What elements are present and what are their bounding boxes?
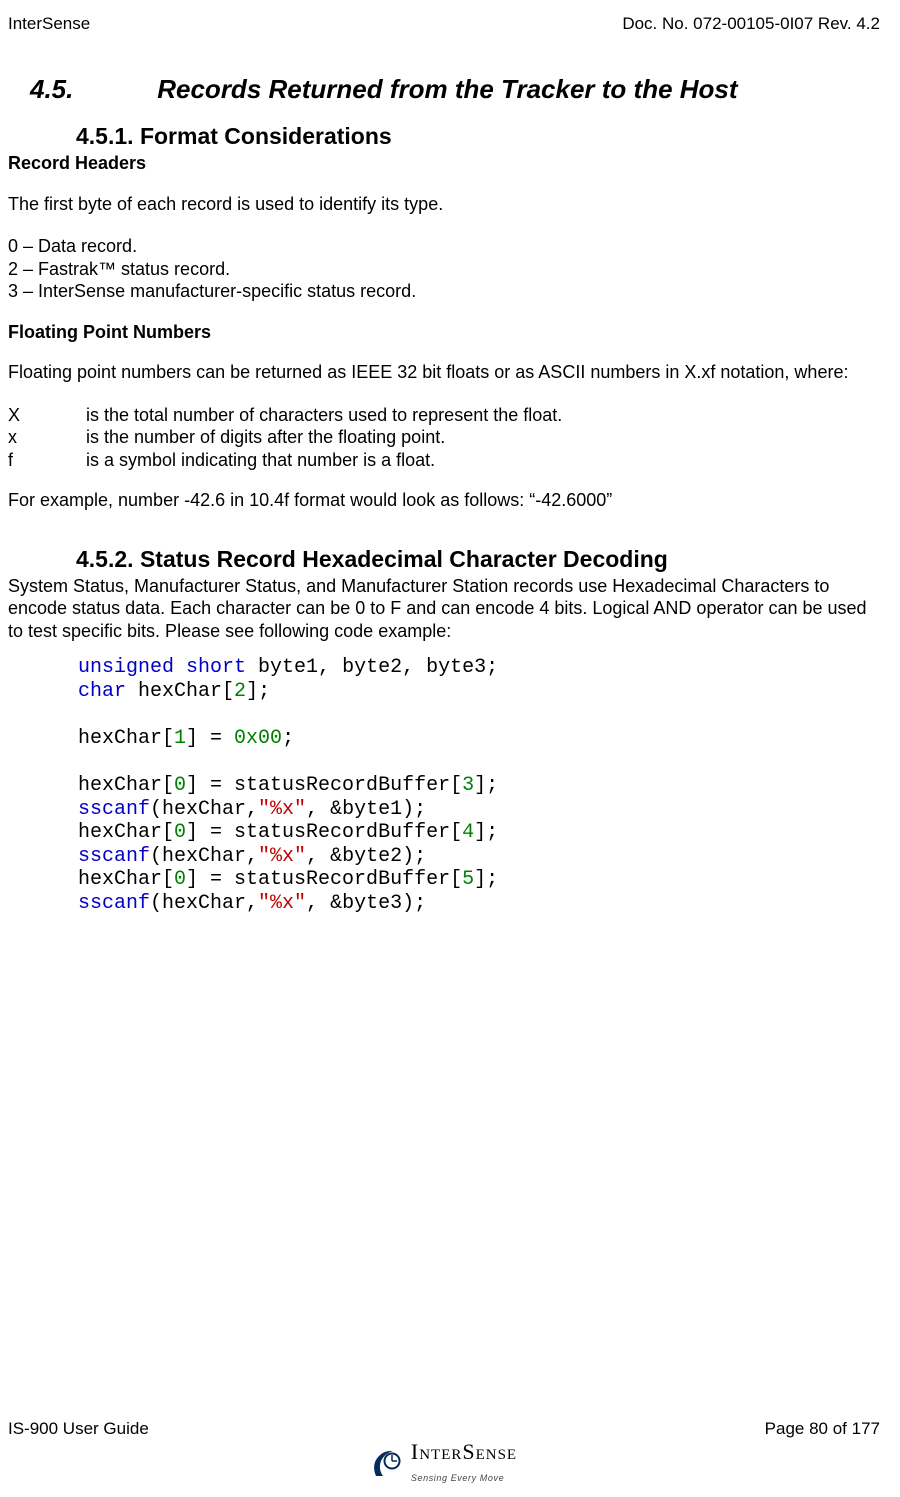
subsection-title: Format Considerations (140, 123, 392, 149)
intersense-logo-icon (371, 1448, 405, 1478)
definition-key: f (8, 449, 86, 472)
code-text: , &byte2); (306, 845, 426, 868)
definition-row: X is the total number of characters used… (8, 404, 876, 427)
code-text: ] = (186, 727, 234, 750)
page-header: InterSense Doc. No. 072-00105-0I07 Rev. … (8, 14, 880, 34)
code-text: (hexChar, (150, 892, 258, 915)
subsection-number: 4.5.2. (76, 546, 134, 572)
definition-value: is the total number of characters used t… (86, 404, 562, 427)
code-string: "%x" (258, 798, 306, 821)
section-heading: 4.5. Records Returned from the Tracker t… (30, 74, 880, 105)
code-block: unsigned short byte1, byte2, byte3; char… (78, 656, 880, 916)
list-item: 3 – InterSense manufacturer-specific sta… (8, 280, 876, 303)
code-text: ]; (246, 680, 270, 703)
code-number: 2 (234, 680, 246, 703)
document-page: InterSense Doc. No. 072-00105-0I07 Rev. … (0, 0, 900, 1497)
definition-row: f is a symbol indicating that number is … (8, 449, 876, 472)
footer-right: Page 80 of 177 (765, 1419, 880, 1439)
code-text: ; (282, 727, 294, 750)
subheading-record-headers: Record Headers (8, 152, 876, 175)
code-number: 0 (174, 774, 186, 797)
definition-list: X is the total number of characters used… (8, 404, 876, 472)
code-number: 1 (174, 727, 186, 750)
code-text: hexChar[ (78, 774, 174, 797)
footer-logo: InterSense Sensing Every Move (8, 1441, 880, 1485)
definition-row: x is the number of digits after the floa… (8, 426, 876, 449)
code-text: ] = statusRecordBuffer[ (186, 774, 462, 797)
subsection-number: 4.5.1. (76, 123, 134, 149)
subheading-floating-point: Floating Point Numbers (8, 321, 876, 344)
code-keyword: unsigned (78, 656, 174, 679)
footer-left: IS-900 User Guide (8, 1419, 149, 1439)
subsection-title: Status Record Hexadecimal Character Deco… (140, 546, 668, 572)
code-number: 4 (462, 821, 474, 844)
section-number: 4.5. (30, 74, 150, 105)
footer-line: IS-900 User Guide Page 80 of 177 (8, 1419, 880, 1439)
logo-tagline: Sensing Every Move (411, 1473, 504, 1483)
code-number: 5 (462, 868, 474, 891)
paragraph: The first byte of each record is used to… (8, 193, 876, 216)
definition-value: is the number of digits after the floati… (86, 426, 445, 449)
header-left: InterSense (8, 14, 90, 34)
page-footer: IS-900 User Guide Page 80 of 177 InterSe… (8, 1419, 880, 1485)
code-keyword: short (186, 656, 246, 679)
subsection-heading: 4.5.2. Status Record Hexadecimal Charact… (76, 546, 880, 573)
code-text: (hexChar, (150, 845, 258, 868)
logo-text: InterSense Sensing Every Move (411, 1441, 517, 1485)
definition-key: X (8, 404, 86, 427)
code-keyword: sscanf (78, 892, 150, 915)
code-keyword: char (78, 680, 126, 703)
header-right: Doc. No. 072-00105-0I07 Rev. 4.2 (622, 14, 880, 34)
list-item: 0 – Data record. (8, 235, 876, 258)
code-text: ]; (474, 868, 498, 891)
section-title: Records Returned from the Tracker to the… (157, 74, 737, 104)
code-text: ] = statusRecordBuffer[ (186, 821, 462, 844)
code-text: hexChar[ (126, 680, 234, 703)
code-keyword: sscanf (78, 798, 150, 821)
record-type-list: 0 – Data record. 2 – Fastrak™ status rec… (8, 235, 876, 303)
code-text: ] = statusRecordBuffer[ (186, 868, 462, 891)
list-item: 2 – Fastrak™ status record. (8, 258, 876, 281)
code-text: ]; (474, 821, 498, 844)
code-text: hexChar[ (78, 821, 174, 844)
paragraph: System Status, Manufacturer Status, and … (8, 575, 876, 643)
paragraph: Floating point numbers can be returned a… (8, 361, 876, 384)
code-text: hexChar[ (78, 727, 174, 750)
code-number: 0x00 (234, 727, 282, 750)
code-text: , &byte3); (306, 892, 426, 915)
code-text: , &byte1); (306, 798, 426, 821)
code-text: byte1, byte2, byte3; (246, 656, 498, 679)
code-text: hexChar[ (78, 868, 174, 891)
subsection-heading: 4.5.1. Format Considerations (76, 123, 880, 150)
logo-main: InterSense (411, 1439, 517, 1464)
code-text: ]; (474, 774, 498, 797)
paragraph: For example, number -42.6 in 10.4f forma… (8, 489, 876, 512)
code-text: (hexChar, (150, 798, 258, 821)
code-number: 0 (174, 821, 186, 844)
code-number: 0 (174, 868, 186, 891)
code-string: "%x" (258, 845, 306, 868)
code-number: 3 (462, 774, 474, 797)
definition-key: x (8, 426, 86, 449)
code-keyword: sscanf (78, 845, 150, 868)
definition-value: is a symbol indicating that number is a … (86, 449, 435, 472)
code-string: "%x" (258, 892, 306, 915)
